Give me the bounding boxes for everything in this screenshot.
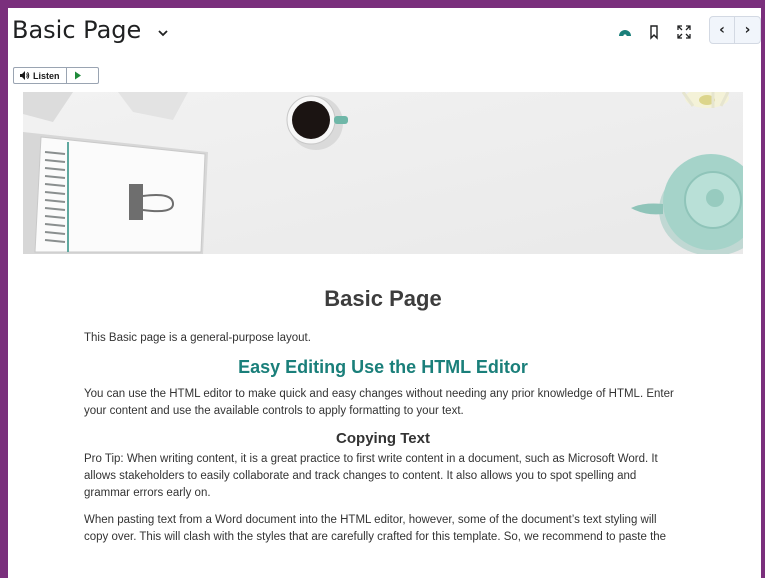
page-title: Basic Page [12,16,142,44]
bookmark-icon[interactable] [644,22,664,42]
content-heading: Basic Page [324,286,442,311]
fullscreen-icon[interactable] [674,22,694,42]
play-button[interactable] [67,68,89,83]
page-content: Basic Page This Basic page is a general-… [84,270,682,556]
section-heading-copying: Copying Text [336,430,430,447]
pro-tip-paragraph: Pro Tip: When writing content, it is a g… [84,453,658,499]
window-frame-right [761,0,765,578]
pasting-paragraph: When pasting text from a Word document i… [84,514,667,543]
window-frame-top [0,0,765,8]
readspeaker-bar: Listen [13,67,99,84]
chevron-left-icon: ‹ [719,22,725,38]
speaker-icon [20,71,30,80]
progress-gauge-icon[interactable] [615,22,635,42]
topic-header: Basic Page ‹ › [8,8,761,54]
window-frame-left [0,0,8,578]
next-topic-button[interactable]: › [735,16,761,44]
listen-button[interactable]: Listen [14,68,67,83]
previous-topic-button[interactable]: ‹ [709,16,735,44]
banner-image [23,92,743,254]
page-title-dropdown[interactable]: Basic Page [12,16,169,44]
listen-label: Listen [33,70,60,81]
intro-paragraph: This Basic page is a general-purpose lay… [84,332,311,344]
notebook-illustration [23,132,208,254]
chevron-right-icon: › [744,22,751,38]
chevron-down-icon[interactable] [157,22,169,41]
editing-paragraph: You can use the HTML editor to make quic… [84,388,674,417]
section-heading-editing: Easy Editing Use the HTML Editor [238,357,528,377]
play-icon [74,71,81,80]
